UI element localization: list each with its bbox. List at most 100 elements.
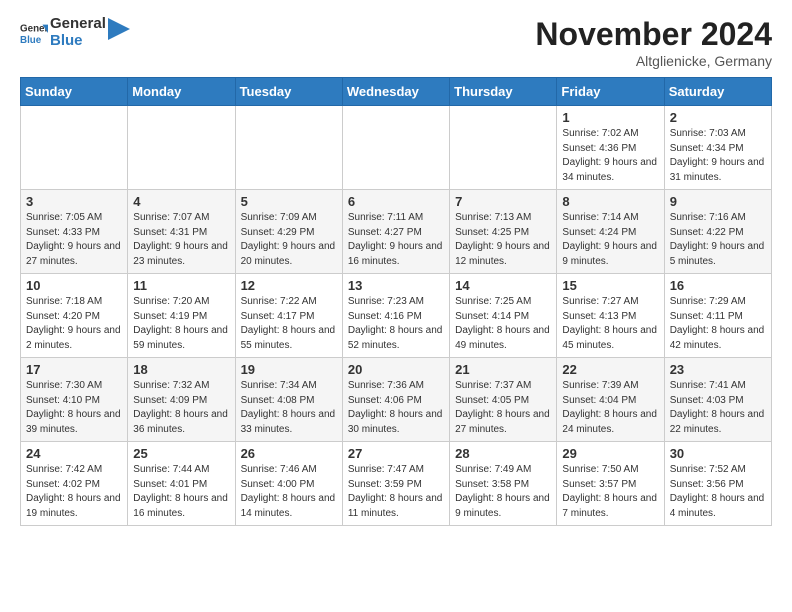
day-cell: 11Sunrise: 7:20 AM Sunset: 4:19 PM Dayli… — [128, 274, 235, 358]
day-number: 1 — [562, 110, 658, 125]
day-number: 30 — [670, 446, 766, 461]
day-cell — [21, 106, 128, 190]
day-info: Sunrise: 7:42 AM Sunset: 4:02 PM Dayligh… — [26, 463, 122, 521]
logo: General Blue General Blue — [20, 16, 130, 49]
day-cell: 20 Sunrise: 7:36 AM Sunset: 4:06 PM Dayli… — [342, 358, 449, 442]
month-title: November 2024 — [535, 16, 772, 53]
week-row-2: 3Sunrise: 7:05 AM Sunset: 4:33 PM Daylig… — [21, 190, 772, 274]
day-cell: 6Sunrise: 7:11 AM Sunset: 4:27 PM Daylig… — [342, 190, 449, 274]
logo-general: General — [50, 16, 106, 33]
day-info: Sunrise: 7:49 AM Sunset: 3:58 PM Dayligh… — [455, 463, 551, 521]
logo-blue: Blue — [50, 33, 106, 50]
day-cell — [128, 106, 235, 190]
day-cell: 5 Sunrise: 7:09 AM Sunset: 4:29 PM Daylig… — [235, 190, 342, 274]
day-info: Sunrise: 7:47 AM Sunset: 3:59 PM Dayligh… — [348, 463, 444, 521]
day-header-monday: Monday — [128, 78, 235, 106]
day-cell: 28 Sunrise: 7:49 AM Sunset: 3:58 PM Dayli… — [450, 442, 557, 526]
day-info: Sunrise: 7:09 AM Sunset: 4:29 PM Dayligh… — [241, 211, 337, 269]
day-info: Sunrise: 7:36 AM Sunset: 4:06 PM Dayligh… — [348, 379, 444, 437]
title-block: November 2024 Altglienicke, Germany — [535, 16, 772, 69]
day-number: 24 — [26, 446, 122, 461]
logo-icon: General Blue — [20, 19, 48, 47]
day-cell: 21Sunrise: 7:37 AM Sunset: 4:05 PM Dayli… — [450, 358, 557, 442]
day-cell: 9Sunrise: 7:16 AM Sunset: 4:22 PM Daylig… — [664, 190, 771, 274]
day-cell: 22 Sunrise: 7:39 AM Sunset: 4:04 PM Dayli… — [557, 358, 664, 442]
day-cell — [342, 106, 449, 190]
day-number: 2 — [670, 110, 766, 125]
day-cell: 4 Sunrise: 7:07 AM Sunset: 4:31 PM Daylig… — [128, 190, 235, 274]
day-number: 16 — [670, 278, 766, 293]
day-info: Sunrise: 7:03 AM Sunset: 4:34 PM Dayligh… — [670, 127, 766, 185]
day-cell: 14Sunrise: 7:25 AM Sunset: 4:14 PM Dayli… — [450, 274, 557, 358]
day-number: 12 — [241, 278, 337, 293]
day-number: 15 — [562, 278, 658, 293]
calendar-header: SundayMondayTuesdayWednesdayThursdayFrid… — [21, 78, 772, 106]
day-header-sunday: Sunday — [21, 78, 128, 106]
day-cell: 25 Sunrise: 7:44 AM Sunset: 4:01 PM Dayli… — [128, 442, 235, 526]
day-info: Sunrise: 7:52 AM Sunset: 3:56 PM Dayligh… — [670, 463, 766, 521]
day-number: 4 — [133, 194, 229, 209]
location: Altglienicke, Germany — [535, 53, 772, 69]
day-header-thursday: Thursday — [450, 78, 557, 106]
day-info: Sunrise: 7:22 AM Sunset: 4:17 PM Dayligh… — [241, 295, 337, 353]
day-cell: 24 Sunrise: 7:42 AM Sunset: 4:02 PM Dayli… — [21, 442, 128, 526]
day-number: 11 — [133, 278, 229, 293]
day-number: 19 — [241, 362, 337, 377]
day-number: 14 — [455, 278, 551, 293]
day-info: Sunrise: 7:30 AM Sunset: 4:10 PM Dayligh… — [26, 379, 122, 437]
week-row-1: 1Sunrise: 7:02 AM Sunset: 4:36 PM Daylig… — [21, 106, 772, 190]
day-cell: 17 Sunrise: 7:30 AM Sunset: 4:10 PM Dayli… — [21, 358, 128, 442]
day-cell: 2 Sunrise: 7:03 AM Sunset: 4:34 PM Daylig… — [664, 106, 771, 190]
day-info: Sunrise: 7:34 AM Sunset: 4:08 PM Dayligh… — [241, 379, 337, 437]
day-number: 8 — [562, 194, 658, 209]
day-cell: 29Sunrise: 7:50 AM Sunset: 3:57 PM Dayli… — [557, 442, 664, 526]
day-cell — [450, 106, 557, 190]
day-header-tuesday: Tuesday — [235, 78, 342, 106]
day-cell: 15 Sunrise: 7:27 AM Sunset: 4:13 PM Dayli… — [557, 274, 664, 358]
day-info: Sunrise: 7:27 AM Sunset: 4:13 PM Dayligh… — [562, 295, 658, 353]
day-info: Sunrise: 7:23 AM Sunset: 4:16 PM Dayligh… — [348, 295, 444, 353]
calendar-body: 1Sunrise: 7:02 AM Sunset: 4:36 PM Daylig… — [21, 106, 772, 526]
day-info: Sunrise: 7:46 AM Sunset: 4:00 PM Dayligh… — [241, 463, 337, 521]
day-number: 18 — [133, 362, 229, 377]
day-info: Sunrise: 7:18 AM Sunset: 4:20 PM Dayligh… — [26, 295, 122, 353]
day-number: 29 — [562, 446, 658, 461]
day-info: Sunrise: 7:39 AM Sunset: 4:04 PM Dayligh… — [562, 379, 658, 437]
day-header-friday: Friday — [557, 78, 664, 106]
week-row-5: 24 Sunrise: 7:42 AM Sunset: 4:02 PM Dayli… — [21, 442, 772, 526]
day-number: 28 — [455, 446, 551, 461]
day-info: Sunrise: 7:37 AM Sunset: 4:05 PM Dayligh… — [455, 379, 551, 437]
logo-arrow-icon — [108, 18, 130, 40]
day-number: 22 — [562, 362, 658, 377]
day-cell: 18 Sunrise: 7:32 AM Sunset: 4:09 PM Dayli… — [128, 358, 235, 442]
day-number: 20 — [348, 362, 444, 377]
day-number: 5 — [241, 194, 337, 209]
day-header-saturday: Saturday — [664, 78, 771, 106]
day-number: 26 — [241, 446, 337, 461]
day-number: 17 — [26, 362, 122, 377]
day-cell: 7 Sunrise: 7:13 AM Sunset: 4:25 PM Daylig… — [450, 190, 557, 274]
day-cell: 1Sunrise: 7:02 AM Sunset: 4:36 PM Daylig… — [557, 106, 664, 190]
day-number: 10 — [26, 278, 122, 293]
day-cell: 26 Sunrise: 7:46 AM Sunset: 4:00 PM Dayli… — [235, 442, 342, 526]
day-info: Sunrise: 7:07 AM Sunset: 4:31 PM Dayligh… — [133, 211, 229, 269]
day-cell: 13 Sunrise: 7:23 AM Sunset: 4:16 PM Dayli… — [342, 274, 449, 358]
day-number: 6 — [348, 194, 444, 209]
day-info: Sunrise: 7:13 AM Sunset: 4:25 PM Dayligh… — [455, 211, 551, 269]
day-number: 25 — [133, 446, 229, 461]
day-number: 9 — [670, 194, 766, 209]
calendar-container: SundayMondayTuesdayWednesdayThursdayFrid… — [0, 77, 792, 536]
day-header-wednesday: Wednesday — [342, 78, 449, 106]
day-cell: 12 Sunrise: 7:22 AM Sunset: 4:17 PM Dayli… — [235, 274, 342, 358]
day-cell: 8 Sunrise: 7:14 AM Sunset: 4:24 PM Daylig… — [557, 190, 664, 274]
day-header-row: SundayMondayTuesdayWednesdayThursdayFrid… — [21, 78, 772, 106]
day-number: 3 — [26, 194, 122, 209]
day-info: Sunrise: 7:14 AM Sunset: 4:24 PM Dayligh… — [562, 211, 658, 269]
day-cell: 23Sunrise: 7:41 AM Sunset: 4:03 PM Dayli… — [664, 358, 771, 442]
day-info: Sunrise: 7:44 AM Sunset: 4:01 PM Dayligh… — [133, 463, 229, 521]
day-cell: 10 Sunrise: 7:18 AM Sunset: 4:20 PM Dayli… — [21, 274, 128, 358]
day-cell — [235, 106, 342, 190]
day-number: 13 — [348, 278, 444, 293]
day-info: Sunrise: 7:32 AM Sunset: 4:09 PM Dayligh… — [133, 379, 229, 437]
day-number: 7 — [455, 194, 551, 209]
